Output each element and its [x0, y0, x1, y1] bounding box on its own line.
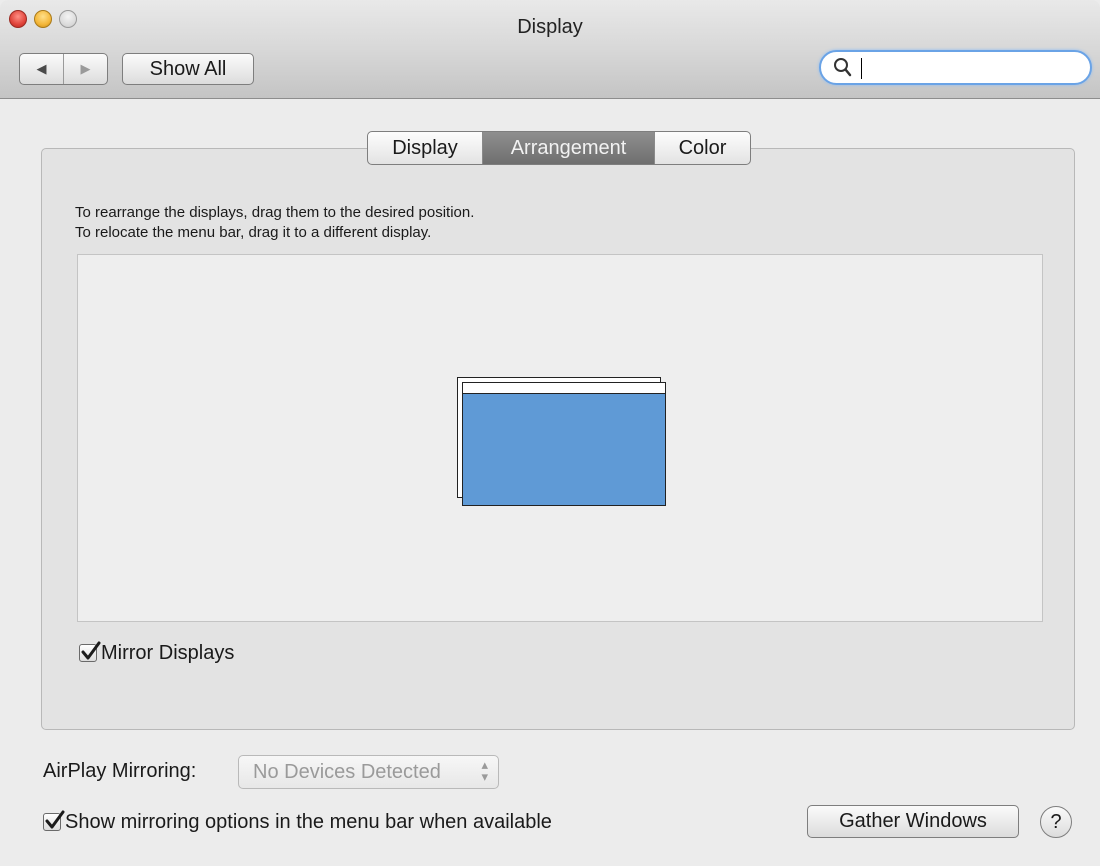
checkmark-icon: [81, 641, 101, 660]
airplay-mirroring-label: AirPlay Mirroring:: [43, 760, 197, 782]
forward-arrow-icon: ▶: [80, 61, 91, 76]
arrangement-instructions: To rearrange the displays, drag them to …: [75, 203, 474, 243]
tab-display[interactable]: Display: [368, 132, 483, 164]
tab-bar: Display Arrangement Color: [367, 131, 751, 165]
search-field[interactable]: [819, 50, 1092, 85]
show-mirroring-checkbox[interactable]: [43, 810, 65, 831]
airplay-selected-value: No Devices Detected: [253, 761, 441, 783]
stepper-arrows-icon: ▴ ▾: [481, 757, 488, 784]
search-input[interactable]: [859, 56, 1083, 82]
instruction-line: To rearrange the displays, drag them to …: [75, 204, 475, 221]
help-button[interactable]: ?: [1040, 806, 1072, 838]
help-icon: ?: [1050, 810, 1062, 833]
search-icon: [834, 58, 852, 77]
show-all-button[interactable]: Show All: [122, 53, 254, 85]
back-button[interactable]: ◀: [20, 54, 64, 84]
forward-button[interactable]: ▶: [64, 54, 107, 84]
mirror-displays-checkbox[interactable]: [79, 641, 101, 662]
display-thumbnail-primary[interactable]: [462, 382, 666, 506]
checkmark-icon: [45, 810, 65, 829]
back-arrow-icon: ◀: [36, 61, 47, 76]
instruction-line: To relocate the menu bar, drag it to a d…: [75, 224, 432, 241]
display-preferences-window: Display ◀ ▶ Show All Display Arrangement…: [0, 0, 1100, 866]
navigation-group: ◀ ▶: [19, 53, 108, 85]
tab-arrangement[interactable]: Arrangement: [483, 132, 654, 164]
mirror-displays-label[interactable]: Mirror Displays: [101, 642, 234, 665]
window-title: Display: [517, 16, 583, 38]
gather-windows-button[interactable]: Gather Windows: [807, 805, 1019, 838]
menu-bar-indicator[interactable]: [463, 383, 665, 394]
toolbar: Display ◀ ▶ Show All: [0, 0, 1100, 99]
text-caret: [861, 58, 862, 79]
airplay-mirroring-select[interactable]: No Devices Detected ▴ ▾: [238, 755, 499, 789]
tab-color[interactable]: Color: [654, 132, 750, 164]
show-mirroring-label[interactable]: Show mirroring options in the menu bar w…: [65, 811, 552, 834]
